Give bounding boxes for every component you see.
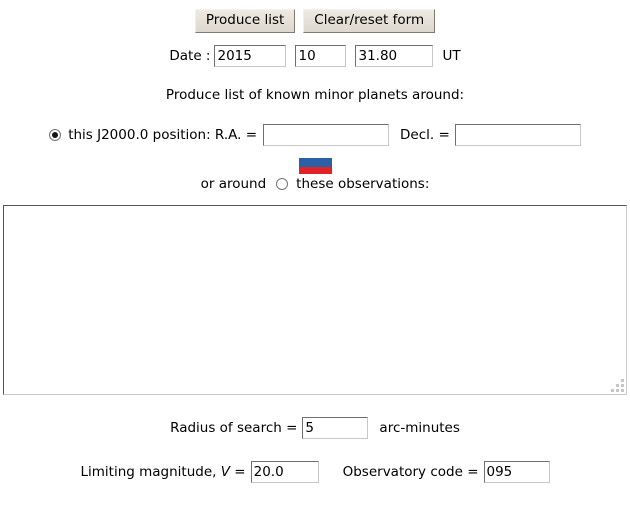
magnitude-label-prefix: Limiting magnitude, [80, 464, 217, 480]
magnitude-row: Limiting magnitude, V = Observatory code… [0, 461, 630, 483]
magnitude-symbol: V [220, 464, 230, 480]
flag-band-blue [298, 158, 332, 167]
magnitude-equals: = [234, 464, 246, 480]
russia-flag-icon [298, 155, 332, 174]
radius-unit-label: arc-minutes [379, 420, 460, 436]
observatory-code-input[interactable] [483, 461, 550, 483]
decl-input[interactable] [454, 124, 581, 146]
observations-option-label: these observations: [296, 176, 430, 192]
magnitude-input[interactable] [250, 461, 319, 483]
position-option-label: this J2000.0 position: R.A. = [68, 127, 258, 143]
radius-input[interactable] [302, 417, 369, 439]
observations-prefix-label: or around [200, 176, 267, 192]
headline-row: Produce list of known minor planets arou… [0, 87, 630, 103]
observations-textarea-wrap [0, 205, 630, 395]
page-title: Produce list of known minor planets arou… [165, 87, 465, 103]
date-ut-label: UT [442, 48, 461, 64]
radius-label: Radius of search = [170, 420, 298, 436]
button-row: Produce list Clear/reset form [0, 9, 630, 33]
observations-textarea[interactable] [3, 205, 627, 395]
flag-band-red [298, 167, 332, 174]
observatory-code-label: Observatory code = [342, 464, 479, 480]
date-year-input[interactable] [214, 45, 287, 67]
radius-row: Radius of search = arc-minutes [0, 417, 630, 439]
date-row: Date : UT [0, 45, 630, 67]
position-row: this J2000.0 position: R.A. = Decl. = [0, 124, 630, 146]
observations-row: or around these observations: [0, 176, 630, 192]
date-month-input[interactable] [295, 45, 347, 67]
clear-reset-form-button[interactable]: Clear/reset form [303, 9, 436, 33]
date-label: Date : [169, 48, 211, 64]
textarea-holder [3, 205, 627, 395]
decl-label: Decl. = [400, 127, 450, 143]
radio-this-position[interactable] [49, 129, 62, 141]
produce-list-button[interactable]: Produce list [194, 9, 296, 33]
radio-these-observations[interactable] [276, 178, 289, 190]
flag-row [0, 155, 630, 174]
magnitude-label: Limiting magnitude, V = [81, 464, 246, 480]
ra-input[interactable] [263, 124, 390, 146]
date-day-input[interactable] [355, 45, 434, 67]
